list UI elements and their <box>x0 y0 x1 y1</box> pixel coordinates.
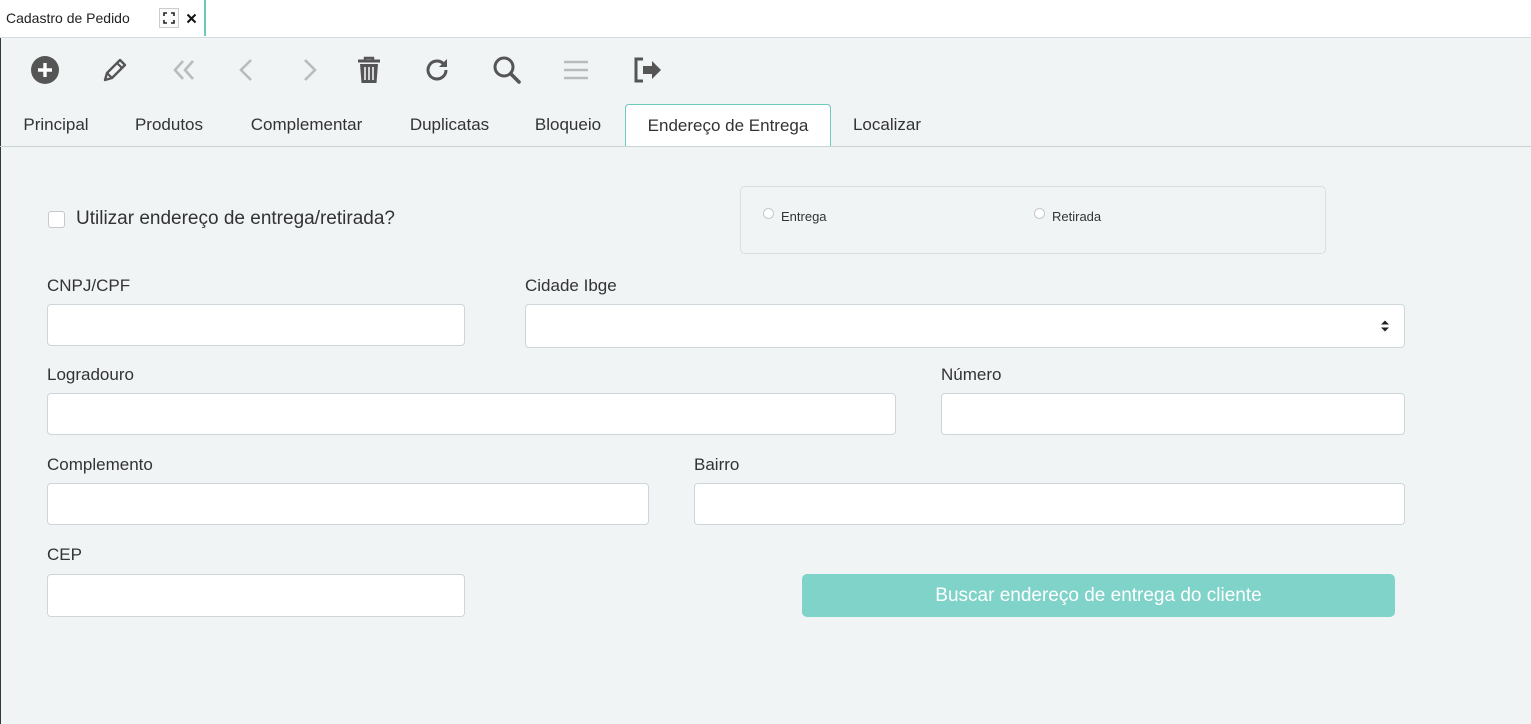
toolbar <box>0 44 700 98</box>
complemento-label: Complemento <box>47 455 153 474</box>
cep-label: CEP <box>47 545 82 564</box>
complemento-field[interactable] <box>47 483 649 525</box>
radio-retirada[interactable]: Retirada <box>1034 208 1102 224</box>
radio-entrega-button[interactable] <box>763 208 774 219</box>
tab-complementar[interactable]: Complementar <box>237 104 376 145</box>
delivery-type-radio-group: Entrega Retirada <box>740 186 1326 254</box>
use-address-label: Utilizar endereço de entrega/retirada? <box>76 208 395 229</box>
select-arrows-icon <box>1380 319 1390 338</box>
use-address-checkbox[interactable] <box>48 210 65 228</box>
document-tab-title: Cadastro de Pedido <box>6 10 130 26</box>
double-chevron-left-icon[interactable] <box>166 52 202 88</box>
logradouro-label: Logradouro <box>47 365 134 384</box>
list-icon[interactable] <box>558 52 594 88</box>
trash-icon[interactable] <box>351 52 387 88</box>
logradouro-field[interactable] <box>47 393 896 435</box>
radio-retirada-label: Retirada <box>1052 209 1102 224</box>
cnpj-field[interactable] <box>47 304 465 346</box>
bairro-field[interactable] <box>694 483 1405 525</box>
cep-field[interactable] <box>47 574 465 617</box>
tab-bloqueio[interactable]: Bloqueio <box>522 104 614 145</box>
radio-entrega[interactable]: Entrega <box>763 208 827 224</box>
numero-field[interactable] <box>941 393 1405 435</box>
tab-localizar[interactable]: Localizar <box>842 104 932 145</box>
section-tabs: Principal Produtos Complementar Duplicat… <box>0 104 1531 147</box>
numero-label: Número <box>941 365 1002 384</box>
refresh-icon[interactable] <box>419 52 455 88</box>
tab-endereco-de-entrega[interactable]: Endereço de Entrega <box>625 104 831 146</box>
chevron-right-icon[interactable] <box>291 52 327 88</box>
cidade-select[interactable] <box>525 304 1405 348</box>
chevron-left-icon[interactable] <box>229 52 265 88</box>
tab-duplicatas[interactable]: Duplicatas <box>396 104 503 145</box>
sign-out-icon[interactable] <box>629 52 665 88</box>
cnpj-label: CNPJ/CPF <box>47 276 131 295</box>
close-icon[interactable] <box>181 8 201 28</box>
document-tab[interactable]: Cadastro de Pedido <box>0 0 206 36</box>
cidade-label: Cidade Ibge <box>525 276 617 295</box>
maximize-icon[interactable] <box>159 8 179 28</box>
radio-retirada-button[interactable] <box>1034 208 1045 219</box>
tab-principal[interactable]: Principal <box>12 104 100 145</box>
pencil-icon[interactable] <box>97 52 133 88</box>
buscar-endereco-button[interactable]: Buscar endereço de entrega do cliente <box>802 574 1395 617</box>
tab-produtos[interactable]: Produtos <box>121 104 217 145</box>
bairro-label: Bairro <box>694 455 740 474</box>
radio-entrega-label: Entrega <box>781 209 827 224</box>
use-address-option[interactable]: Utilizar endereço de entrega/retirada? <box>48 208 395 230</box>
window-tab-strip: Cadastro de Pedido <box>0 0 1531 38</box>
plus-circle-icon[interactable] <box>27 52 63 88</box>
search-icon[interactable] <box>489 52 525 88</box>
